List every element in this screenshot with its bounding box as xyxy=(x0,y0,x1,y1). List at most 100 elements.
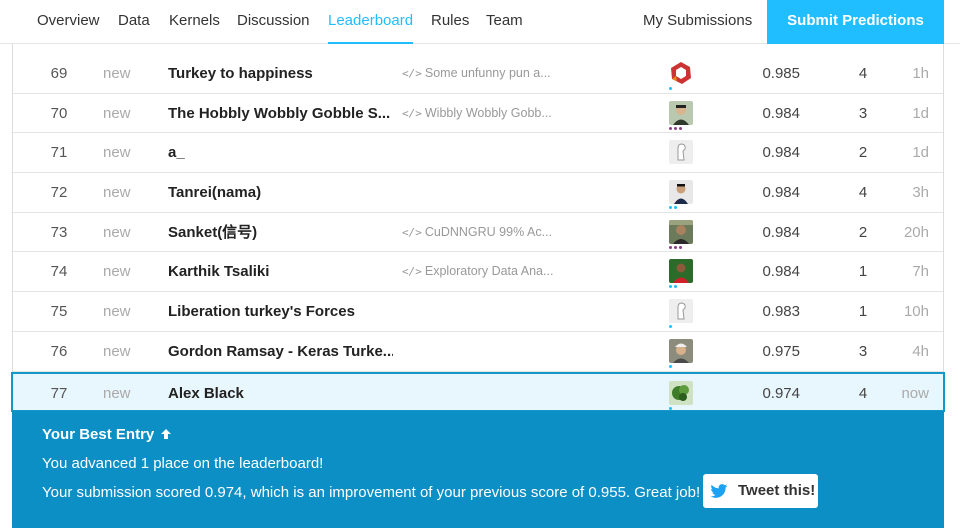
rank-change: new xyxy=(103,342,131,360)
table-row[interactable]: 69 new Turkey to happiness </> Some unfun… xyxy=(13,54,943,94)
team-name[interactable]: Liberation turkey's Forces xyxy=(168,292,355,331)
last-submission: now xyxy=(901,384,929,402)
rank: 70 xyxy=(50,104,68,122)
person-photo-avatar[interactable] xyxy=(669,219,693,244)
team-name[interactable]: Sanket(信号) xyxy=(168,213,257,252)
default-avatar[interactable] xyxy=(669,140,693,165)
entries: 1 xyxy=(858,303,868,321)
tier-dots xyxy=(669,406,672,411)
team-name[interactable]: a_ xyxy=(168,133,185,172)
leaf-avatar[interactable] xyxy=(669,380,693,405)
entries: 4 xyxy=(858,65,868,82)
person-photo-avatar[interactable] xyxy=(669,100,693,125)
score: 0.974 xyxy=(762,384,800,402)
person-photo-avatar[interactable] xyxy=(669,259,693,284)
score: 0.984 xyxy=(762,184,800,202)
last-submission: 1h xyxy=(912,65,929,82)
score: 0.983 xyxy=(762,303,800,321)
entries: 1 xyxy=(858,263,868,281)
rank: 73 xyxy=(50,223,68,241)
entries: 3 xyxy=(858,342,868,360)
tab-leaderboard[interactable]: Leaderboard xyxy=(328,0,414,44)
team-name[interactable]: Turkey to happiness xyxy=(168,54,313,93)
rank-change: new xyxy=(103,223,131,241)
tab-kernels[interactable]: Kernels xyxy=(169,0,220,44)
code-icon: </> xyxy=(402,225,422,239)
last-submission: 3h xyxy=(912,184,929,202)
score: 0.984 xyxy=(762,144,800,162)
rank: 69 xyxy=(50,65,68,82)
arrow-up-icon xyxy=(161,429,172,439)
tier-dots xyxy=(669,325,672,329)
tab-data[interactable]: Data xyxy=(118,0,150,44)
last-submission: 4h xyxy=(912,342,929,360)
kernel-title: Wibbly Wobbly Gobb... xyxy=(424,105,552,120)
kernel-link[interactable]: </> Some unfunny pun a... xyxy=(402,54,551,93)
kernel-link[interactable]: </> CuDNNGRU 99% Ac... xyxy=(402,213,552,252)
tweet-button[interactable]: Tweet this! xyxy=(703,474,818,508)
entries: 2 xyxy=(858,223,868,241)
tier-dots xyxy=(669,126,682,131)
table-row[interactable]: 70 new The Hobbly Wobbly Gobble S... </>… xyxy=(13,94,943,134)
entries: 4 xyxy=(858,384,868,402)
best-entry-panel: Your Best Entry You advanced 1 place on … xyxy=(12,411,944,528)
entries: 4 xyxy=(858,184,868,202)
team-name[interactable]: Tanrei(nama) xyxy=(168,173,261,212)
tier-dots xyxy=(669,245,682,250)
rank-change: new xyxy=(103,144,131,162)
team-name[interactable]: Karthik Tsaliki xyxy=(168,252,269,291)
best-entry-heading: Your Best Entry xyxy=(42,426,172,443)
score: 0.975 xyxy=(762,342,800,360)
tab-team[interactable]: Team xyxy=(486,0,523,44)
person-photo-avatar[interactable] xyxy=(669,338,693,363)
table-row[interactable]: 72 new Tanrei(nama) 0.984 4 3h xyxy=(13,173,943,213)
submit-predictions-button[interactable]: Submit Predictions xyxy=(767,0,944,44)
kernel-title: Some unfunny pun a... xyxy=(424,66,551,80)
person-photo-avatar[interactable] xyxy=(669,180,693,205)
score-message: Your submission scored 0.974, which is a… xyxy=(42,484,701,501)
team-name[interactable]: Alex Black xyxy=(168,374,244,413)
last-submission: 7h xyxy=(912,263,929,281)
rank-change: new xyxy=(103,104,131,122)
table-row[interactable]: 76 new Gordon Ramsay - Keras Turke... 0.… xyxy=(13,332,943,372)
tab-overview[interactable]: Overview xyxy=(37,0,100,44)
table-row[interactable]: 75 new Liberation turkey's Forces 0.983 … xyxy=(13,292,943,332)
tweet-label: Tweet this! xyxy=(738,482,816,499)
entries: 3 xyxy=(858,104,868,122)
score: 0.984 xyxy=(762,223,800,241)
red-ring-avatar[interactable] xyxy=(669,61,693,85)
rank: 71 xyxy=(50,144,68,162)
tier-dots xyxy=(669,206,677,210)
code-icon: </> xyxy=(402,106,422,120)
tab-rules[interactable]: Rules xyxy=(431,0,469,44)
kernel-title: Exploratory Data Ana... xyxy=(424,264,554,279)
tab-discussion[interactable]: Discussion xyxy=(237,0,310,44)
last-submission: 20h xyxy=(903,223,929,241)
rank: 74 xyxy=(50,263,68,281)
rank-change: new xyxy=(103,184,131,202)
code-icon: </> xyxy=(402,67,422,80)
kernel-link[interactable]: </> Wibbly Wobbly Gobb... xyxy=(402,94,552,133)
rank: 76 xyxy=(50,342,68,360)
rank: 72 xyxy=(50,184,68,202)
last-submission: 10h xyxy=(903,303,929,321)
leaderboard-table: 69 new Turkey to happiness </> Some unfun… xyxy=(11,54,945,413)
table-row[interactable]: 73 new Sanket(信号) </> CuDNNGRU 99% Ac... … xyxy=(13,213,943,253)
rank-change: new xyxy=(103,65,131,82)
table-row[interactable]: 71 new a_ 0.984 2 1d xyxy=(13,133,943,174)
my-submissions-link[interactable]: My Submissions xyxy=(643,0,752,44)
score: 0.984 xyxy=(762,263,800,281)
tier-dots xyxy=(669,285,677,289)
team-name[interactable]: The Hobbly Wobbly Gobble S... xyxy=(168,94,390,133)
tier-dots xyxy=(669,87,672,91)
score: 0.985 xyxy=(762,65,800,82)
active-tab-underline xyxy=(328,42,414,44)
table-row-current-user[interactable]: 77 new Alex Black 0.974 4 now xyxy=(11,371,945,413)
kernel-title: CuDNNGRU 99% Ac... xyxy=(424,224,552,239)
entries: 2 xyxy=(858,144,868,162)
table-row[interactable]: 74 new Karthik Tsaliki </> Exploratory Da… xyxy=(13,252,943,293)
score: 0.984 xyxy=(762,104,800,122)
default-avatar[interactable] xyxy=(669,299,693,324)
kernel-link[interactable]: </> Exploratory Data Ana... xyxy=(402,252,553,291)
team-name[interactable]: Gordon Ramsay - Keras Turke... xyxy=(168,332,393,371)
